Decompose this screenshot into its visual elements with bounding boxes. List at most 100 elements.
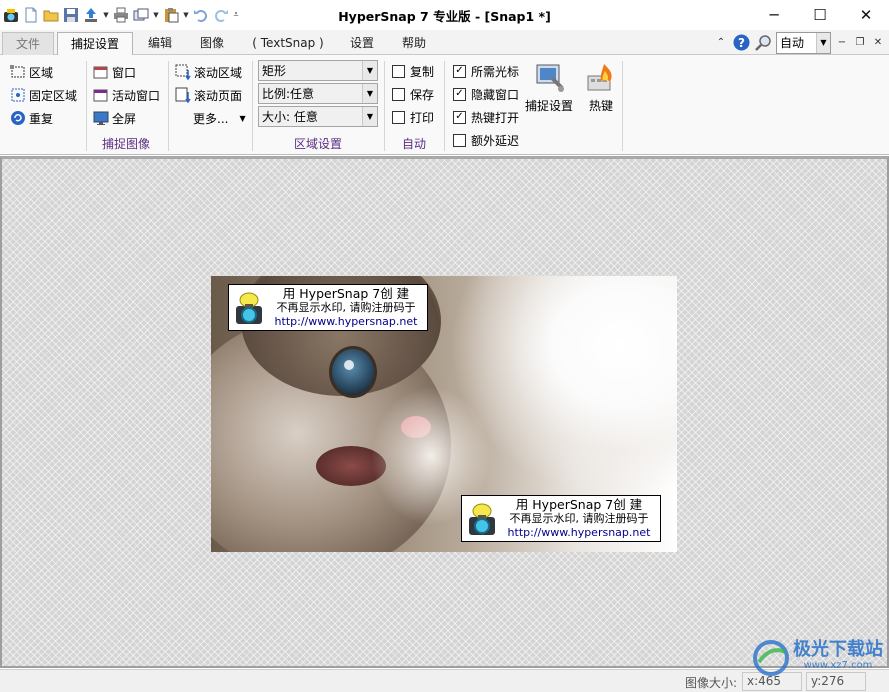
zoom-value: 自动 (780, 36, 805, 50)
customize-icon[interactable]: ⩡ (232, 6, 240, 24)
tab-textsnap[interactable]: ( TextSnap ) (246, 32, 330, 55)
paste-icon[interactable] (162, 6, 180, 24)
site-watermark-logo: 极光下载站 www.xz7.com (753, 640, 883, 676)
mdi-minimize-button[interactable]: − (835, 36, 849, 50)
site-logo-text: 极光下载站 (793, 639, 883, 660)
save-icon[interactable] (62, 6, 80, 24)
capture-fullscreen-label: 全屏 (112, 111, 137, 126)
mdi-restore-button[interactable]: ❐ (853, 36, 867, 50)
capture-active-window-button[interactable]: 活动窗口 (93, 85, 160, 105)
app-icon[interactable] (2, 6, 20, 24)
checkbox-box (392, 110, 405, 124)
minimize-button[interactable]: ─ (751, 0, 797, 30)
extra-delay-checkbox[interactable]: 额外延迟 (453, 131, 519, 149)
chevron-down-icon: ▼ (362, 61, 377, 80)
region-ratio-select[interactable]: 比例:任意 ▼ (258, 83, 378, 104)
copy-window-icon[interactable] (132, 6, 150, 24)
undo-icon[interactable] (192, 6, 210, 24)
cursor-checkbox[interactable]: ✓ 所需光标 (453, 62, 519, 80)
capture-window-label: 窗口 (112, 65, 137, 80)
image-workspace[interactable]: 用 HyperSnap 7创 建 不再显示水印, 请购注册码于 http://w… (0, 156, 889, 668)
capture-window-button[interactable]: 窗口 (93, 62, 136, 82)
tab-edit[interactable]: 编辑 (140, 32, 180, 55)
watermark-line1: 用 HyperSnap 7创 建 (282, 285, 410, 301)
fixed-region-icon (10, 87, 26, 103)
upload-icon[interactable] (82, 6, 100, 24)
capture-settings-icon (532, 62, 566, 94)
zoom-select[interactable]: 自动 ▼ (776, 31, 831, 54)
auto-save-label: 保存 (410, 87, 435, 102)
hide-window-checkbox[interactable]: ✓ 隐藏窗口 (453, 85, 519, 103)
mdi-close-button[interactable]: ✕ (871, 36, 885, 50)
chevron-down-icon: ▼ (362, 107, 377, 126)
print-icon[interactable] (112, 6, 130, 24)
capture-fullscreen-button[interactable]: 全屏 (93, 108, 136, 128)
kitten-eye (329, 346, 377, 398)
hide-window-label: 隐藏窗口 (471, 87, 520, 102)
checkbox-box (392, 87, 405, 101)
capture-repeat-label: 重复 (29, 111, 54, 126)
checkbox-checked: ✓ (453, 87, 466, 101)
new-file-icon[interactable] (22, 6, 40, 24)
tab-settings[interactable]: 设置 (342, 32, 382, 55)
paste-dropdown-icon[interactable]: ▼ (182, 6, 190, 24)
maximize-button[interactable]: ☐ (797, 0, 843, 30)
zoom-search-icon[interactable] (754, 34, 772, 52)
hotkeys-enabled-checkbox[interactable]: ✓ 热键打开 (453, 108, 519, 126)
hotkeys-button[interactable]: 热键 (584, 62, 618, 114)
capture-region-button[interactable]: 区域 (10, 62, 53, 82)
window-icon (93, 64, 109, 80)
image-size-label: 图像大小: (685, 676, 738, 690)
repeat-icon (10, 110, 26, 126)
help-icon[interactable]: ? (732, 34, 750, 52)
eye-highlight (344, 360, 354, 370)
auto-copy-label: 复制 (410, 64, 435, 79)
capture-settings-button[interactable]: 捕捉设置 (525, 62, 573, 114)
watermark-top: 用 HyperSnap 7创 建 不再显示水印, 请购注册码于 http://w… (228, 284, 428, 331)
close-button[interactable]: ✕ (843, 0, 889, 30)
region-shape-select[interactable]: 矩形 ▼ (258, 60, 378, 81)
tab-image[interactable]: 图像 (192, 32, 232, 55)
extra-delay-label: 额外延迟 (471, 133, 520, 148)
quick-access-toolbar: ▼ ▼ ▼ ⩡ (0, 0, 240, 30)
capture-repeat-button[interactable]: 重复 (10, 108, 53, 128)
fullscreen-icon (93, 110, 109, 126)
region-icon (10, 64, 26, 80)
region-size-select[interactable]: 大小: 任意 ▼ (258, 106, 378, 127)
chevron-down-icon: ▼ (362, 84, 377, 103)
copy-dropdown-icon[interactable]: ▼ (152, 6, 160, 24)
auto-print-checkbox[interactable]: 打印 (392, 108, 434, 126)
auto-save-checkbox[interactable]: 保存 (392, 85, 434, 103)
auto-copy-checkbox[interactable]: 复制 (392, 62, 434, 80)
window-controls: ─ ☐ ✕ (751, 0, 889, 30)
open-folder-icon[interactable] (42, 6, 60, 24)
site-logo-url: www.xz7.com (803, 660, 873, 671)
capture-scroll-region-label: 滚动区域 (194, 65, 243, 80)
redo-icon[interactable] (212, 6, 230, 24)
camera-icon (233, 290, 265, 326)
collapse-ribbon-icon[interactable]: ⌃ (714, 36, 728, 50)
capture-fixed-region-label: 固定区域 (29, 88, 78, 103)
upload-dropdown-icon[interactable]: ▼ (102, 6, 110, 24)
capture-fixed-region-button[interactable]: 固定区域 (10, 85, 77, 105)
capture-scroll-page-button[interactable]: 滚动页面 (175, 85, 242, 105)
hotkeys-enabled-label: 热键打开 (471, 110, 520, 125)
tab-file[interactable]: 文件 (2, 32, 54, 55)
scroll-region-icon (175, 64, 191, 81)
tab-capture-settings[interactable]: 捕捉设置 (57, 32, 133, 56)
watermark-bottom: 用 HyperSnap 7创 建 不再显示水印, 请购注册码于 http://w… (461, 495, 661, 542)
capture-scroll-region-button[interactable]: 滚动区域 (175, 62, 242, 82)
svg-text:?: ? (738, 36, 745, 50)
captured-image[interactable]: 用 HyperSnap 7创 建 不再显示水印, 请购注册码于 http://w… (211, 276, 677, 552)
checkbox-box (453, 133, 466, 147)
capture-more-label: 更多... (193, 111, 229, 126)
capture-more-button[interactable]: 更多... ▼ (193, 108, 246, 128)
capture-scroll-page-label: 滚动页面 (194, 88, 243, 103)
tab-help[interactable]: 帮助 (394, 32, 434, 55)
chevron-down-icon: ▼ (816, 32, 830, 53)
camera-icon (466, 501, 498, 537)
capture-settings-label: 捕捉设置 (525, 99, 574, 113)
chevron-down-icon: ▼ (239, 113, 246, 123)
watermark-line2: 不再显示水印, 请购注册码于 (509, 511, 649, 525)
aurora-logo-icon (753, 640, 789, 676)
